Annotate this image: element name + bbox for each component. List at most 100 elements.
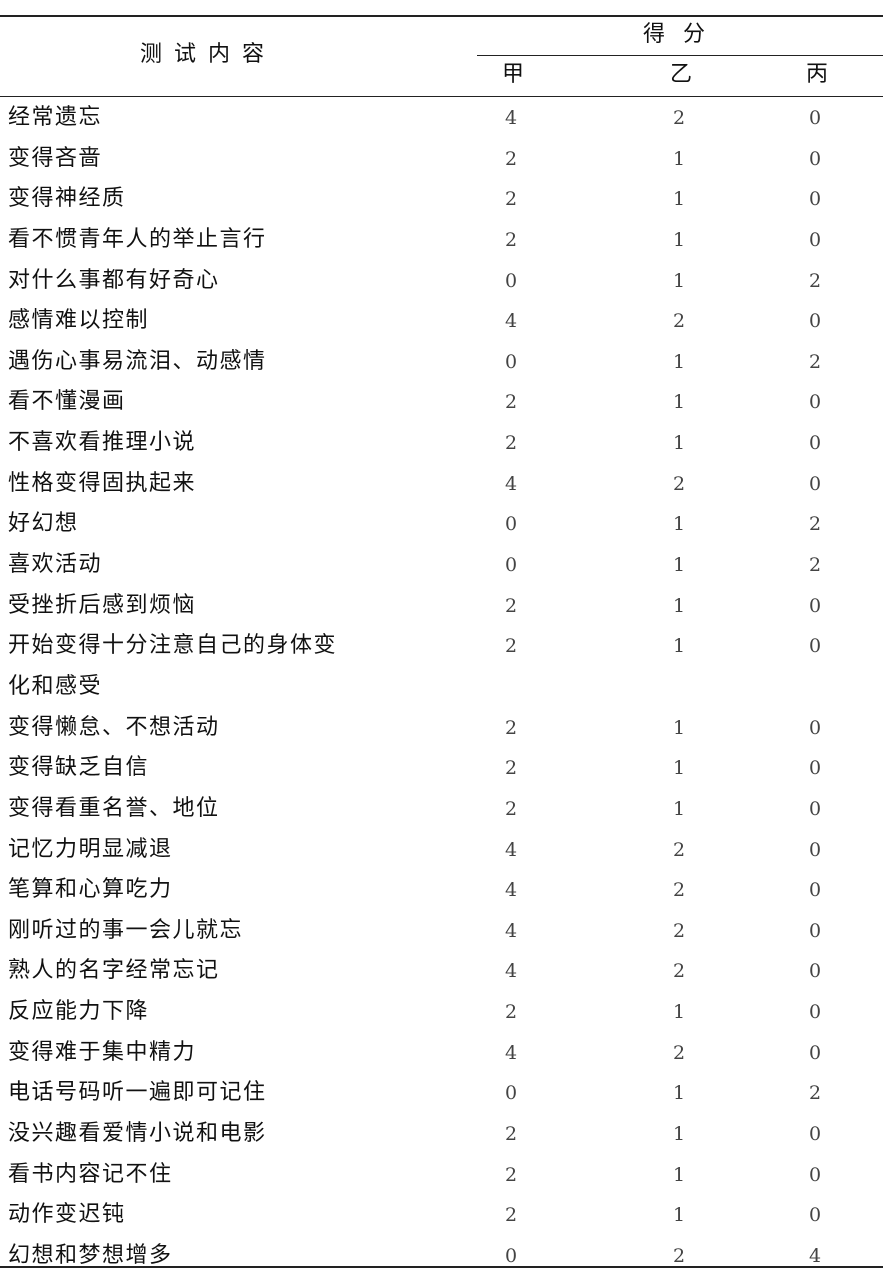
score-jia: 2 xyxy=(504,1123,518,1146)
score-yi: 1 xyxy=(672,188,686,211)
score-yi: 1 xyxy=(672,1001,686,1024)
header-test-content: 测试内容 xyxy=(140,42,277,67)
table-row: 动作变迟钝 2 1 0 xyxy=(0,1195,883,1236)
score-jia: 2 xyxy=(504,594,518,617)
test-item-text: 变得神经质 xyxy=(8,179,398,220)
test-item-line: 经常遗忘 xyxy=(8,105,103,130)
header-col-yi: 乙 xyxy=(670,62,693,87)
score-yi: 1 xyxy=(672,797,686,820)
score-jia: 4 xyxy=(504,879,518,902)
test-item-line: 变得吝啬 xyxy=(8,145,103,171)
table-row: 看书内容记不住 2 1 0 xyxy=(0,1155,883,1196)
table-row: 变得难于集中精力 4 2 0 xyxy=(0,1033,883,1074)
score-yi: 1 xyxy=(672,350,686,373)
score-yi: 1 xyxy=(672,635,686,658)
score-yi: 2 xyxy=(672,1244,686,1267)
score-jia: 4 xyxy=(504,107,518,129)
test-item-line: 变得看重名誉、地位 xyxy=(8,795,220,821)
test-item-line: 性格变得固执起来 xyxy=(8,470,197,496)
test-item-line: 熟人的名字经常忘记 xyxy=(8,958,220,984)
score-bing: 0 xyxy=(808,310,822,333)
score-yi: 2 xyxy=(672,960,686,983)
test-item-text: 刚听过的事一会儿就忘 xyxy=(8,911,398,952)
score-yi: 1 xyxy=(672,554,686,577)
table-row: 喜欢活动 0 1 2 xyxy=(0,545,883,586)
test-item-line: 刚听过的事一会儿就忘 xyxy=(8,917,244,943)
table-row: 经常遗忘 4 2 0 xyxy=(0,98,883,139)
test-item-line: 变得难于集中精力 xyxy=(8,1039,197,1065)
score-bing: 0 xyxy=(808,228,822,251)
table-row: 遇伤心事易流泪、动感情 0 1 2 xyxy=(0,342,883,383)
table-row: 感情难以控制 4 2 0 xyxy=(0,301,883,342)
table-row: 性格变得固执起来 4 2 0 xyxy=(0,464,883,505)
header-bottom-rule xyxy=(0,96,883,97)
score-yi: 2 xyxy=(672,1041,686,1064)
score-yi: 2 xyxy=(672,838,686,861)
test-item-text: 笔算和心算吃力 xyxy=(8,870,398,911)
score-jia: 0 xyxy=(504,350,518,373)
score-bing: 0 xyxy=(808,838,822,861)
table-row: 对什么事都有好奇心 0 1 2 xyxy=(0,261,883,302)
table-row: 笔算和心算吃力 4 2 0 xyxy=(0,870,883,911)
score-jia: 0 xyxy=(504,1082,518,1105)
score-bing: 0 xyxy=(808,879,822,902)
score-yi: 1 xyxy=(672,432,686,455)
score-jia: 2 xyxy=(504,228,518,251)
table-row: 好幻想 0 1 2 xyxy=(0,504,883,545)
score-bing: 2 xyxy=(808,350,822,373)
score-yi: 1 xyxy=(672,147,686,170)
score-jia: 2 xyxy=(504,147,518,170)
test-item-text: 变得缺乏自信 xyxy=(8,748,398,789)
test-item-line: 化和感受 xyxy=(8,673,103,699)
score-bing: 0 xyxy=(808,797,822,820)
table-row: 变得缺乏自信 2 1 0 xyxy=(0,748,883,789)
test-item-line: 幻想和梦想增多 xyxy=(8,1242,173,1268)
table-row: 幻想和梦想增多 0 2 4 xyxy=(0,1236,883,1277)
test-item-text: 变得吝啬 xyxy=(8,139,398,180)
test-item-text: 开始变得十分注意自己的身体变 化和感受 xyxy=(8,626,398,707)
test-item-text: 变得懒怠、不想活动 xyxy=(8,708,398,749)
table-row: 变得吝啬 2 1 0 xyxy=(0,139,883,180)
score-jia: 2 xyxy=(504,1001,518,1024)
table-row: 看不惯青年人的举止言行 2 1 0 xyxy=(0,220,883,261)
test-item-text: 变得难于集中精力 xyxy=(8,1033,398,1074)
score-yi: 2 xyxy=(672,472,686,495)
test-item-line: 变得缺乏自信 xyxy=(8,755,150,781)
score-jia: 4 xyxy=(504,1041,518,1064)
table-row: 反应能力下降 2 1 0 xyxy=(0,992,883,1033)
score-jia: 2 xyxy=(504,1204,518,1227)
table-row: 开始变得十分注意自己的身体变 化和感受 2 1 0 xyxy=(0,626,883,707)
test-item-text: 经常遗忘 xyxy=(8,98,398,139)
score-jia: 0 xyxy=(504,1244,518,1267)
score-jia: 2 xyxy=(504,635,518,658)
test-item-line: 没兴趣看爱情小说和电影 xyxy=(8,1121,267,1147)
score-bing: 0 xyxy=(808,472,822,495)
score-bing: 2 xyxy=(808,1082,822,1105)
header-col-bing: 丙 xyxy=(806,62,829,87)
score-yi: 1 xyxy=(672,513,686,536)
test-item-line: 对什么事都有好奇心 xyxy=(8,267,220,293)
test-item-text: 遇伤心事易流泪、动感情 xyxy=(8,342,398,383)
score-bing: 0 xyxy=(808,1041,822,1064)
table-row: 电话号码听一遍即可记住 0 1 2 xyxy=(0,1073,883,1114)
test-item-text: 记忆力明显减退 xyxy=(8,830,398,871)
test-item-text: 变得看重名誉、地位 xyxy=(8,789,398,830)
header-score: 得分 xyxy=(643,22,724,47)
test-item-line: 开始变得十分注意自己的身体变 xyxy=(8,633,338,659)
test-item-line: 电话号码听一遍即可记住 xyxy=(8,1080,267,1106)
test-item-text: 没兴趣看爱情小说和电影 xyxy=(8,1114,398,1155)
test-item-text: 性格变得固执起来 xyxy=(8,464,398,505)
table-row: 变得看重名誉、地位 2 1 0 xyxy=(0,789,883,830)
score-yi: 1 xyxy=(672,391,686,414)
test-item-line: 变得神经质 xyxy=(8,186,126,212)
table-row: 没兴趣看爱情小说和电影 2 1 0 xyxy=(0,1114,883,1155)
test-item-text: 好幻想 xyxy=(8,504,398,545)
score-jia: 2 xyxy=(504,797,518,820)
score-bing: 0 xyxy=(808,1204,822,1227)
score-yi: 2 xyxy=(672,919,686,942)
header-col-jia: 甲 xyxy=(502,62,525,87)
score-jia: 0 xyxy=(504,269,518,292)
table-row: 变得神经质 2 1 0 xyxy=(0,179,883,220)
test-item-line: 变得懒怠、不想活动 xyxy=(8,714,220,740)
test-item-text: 电话号码听一遍即可记住 xyxy=(8,1073,398,1114)
